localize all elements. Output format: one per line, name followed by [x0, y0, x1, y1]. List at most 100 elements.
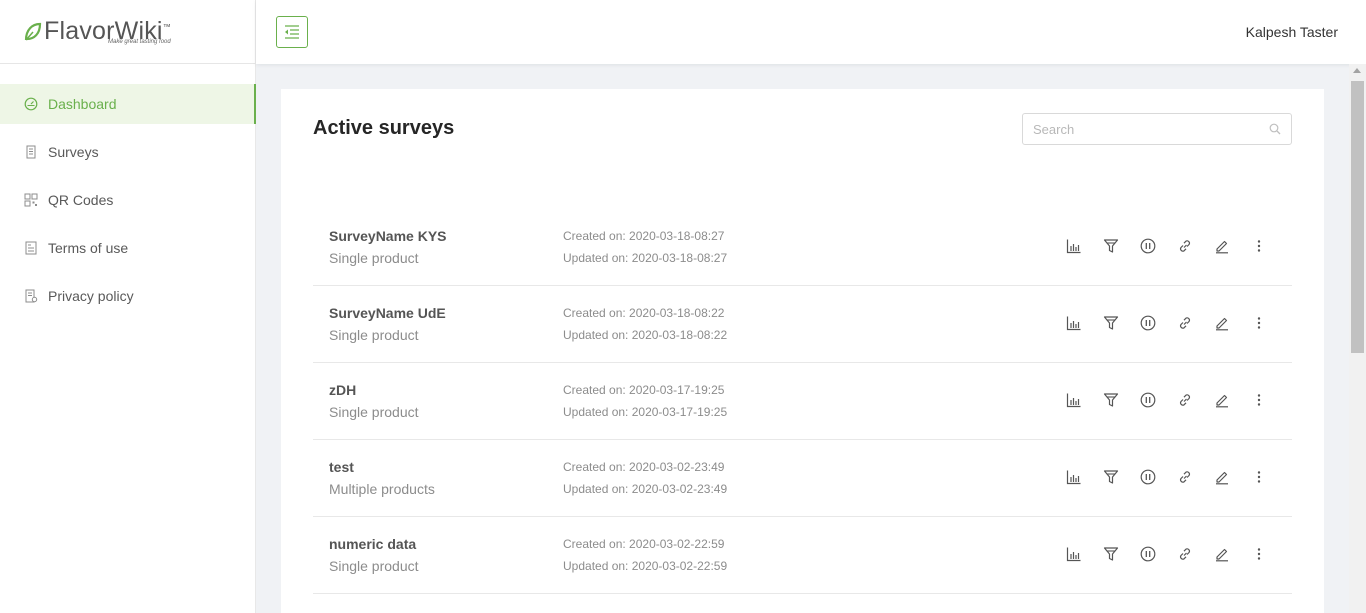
statistics-button[interactable]	[1063, 389, 1085, 411]
survey-created-date: Created on: 2020-03-02-22:59	[563, 537, 725, 551]
survey-type: Single product	[329, 250, 419, 266]
pause-button[interactable]	[1137, 235, 1159, 257]
menu-fold-icon	[285, 25, 299, 39]
bar-chart-icon	[1066, 547, 1081, 562]
survey-name[interactable]: test	[329, 459, 354, 475]
survey-actions	[1063, 312, 1285, 334]
survey-row[interactable]: SurveyName KYS Single product Created on…	[313, 209, 1292, 286]
survey-name[interactable]: SurveyName UdE	[329, 305, 446, 321]
link-icon	[1180, 394, 1190, 406]
survey-created-date: Created on: 2020-03-18-08:22	[563, 306, 725, 320]
user-menu[interactable]: Kalpesh Taster	[1246, 24, 1338, 40]
sidebar-item-label: Privacy policy	[48, 288, 134, 304]
search-box[interactable]	[1022, 113, 1292, 145]
sidebar-nav: Dashboard Surveys QR Codes Terms of use …	[0, 84, 256, 316]
survey-updated-date: Updated on: 2020-03-17-19:25	[563, 405, 728, 419]
sidebar-item-dashboard[interactable]: Dashboard	[0, 84, 256, 124]
trademark-mark: ™	[162, 22, 171, 32]
statistics-button[interactable]	[1063, 235, 1085, 257]
menu-toggle-button[interactable]	[276, 16, 308, 48]
funnel-icon	[1103, 316, 1119, 330]
edit-button[interactable]	[1211, 389, 1233, 411]
statistics-button[interactable]	[1063, 312, 1085, 334]
copy-link-button[interactable]	[1174, 389, 1196, 411]
scrollbar-thumb[interactable]	[1351, 81, 1364, 353]
edit-button[interactable]	[1211, 543, 1233, 565]
survey-name[interactable]: numeric data	[329, 536, 416, 552]
sidebar-item-label: Dashboard	[48, 96, 117, 112]
survey-row[interactable]: numeric data Single product Created on: …	[313, 517, 1292, 594]
sidebar-item-surveys[interactable]: Surveys	[0, 132, 255, 172]
more-options-button[interactable]	[1248, 312, 1270, 334]
pause-button[interactable]	[1137, 543, 1159, 565]
pause-button[interactable]	[1137, 312, 1159, 334]
bar-chart-icon	[1066, 470, 1081, 485]
edit-button[interactable]	[1211, 466, 1233, 488]
survey-actions	[1063, 235, 1285, 257]
page-title: Active surveys	[313, 117, 455, 139]
sidebar-item-terms-of-use[interactable]: Terms of use	[0, 228, 255, 268]
funnel-icon	[1103, 547, 1119, 561]
pause-button[interactable]	[1137, 466, 1159, 488]
more-options-button[interactable]	[1248, 543, 1270, 565]
edit-pencil-icon	[1216, 240, 1228, 254]
more-vertical-icon	[1257, 240, 1261, 252]
survey-created-date: Created on: 2020-03-02-23:49	[563, 460, 725, 474]
survey-type: Single product	[329, 558, 419, 574]
logo[interactable]: FlavorWiki™ Make great tasting food	[0, 0, 255, 64]
copy-link-button[interactable]	[1174, 543, 1196, 565]
survey-updated-date: Updated on: 2020-03-18-08:22	[563, 328, 728, 342]
sidebar-item-qr-codes[interactable]: QR Codes	[0, 180, 255, 220]
survey-icon	[24, 145, 38, 159]
statistics-button[interactable]	[1063, 543, 1085, 565]
search-input[interactable]	[1033, 121, 1269, 137]
survey-updated-date: Updated on: 2020-03-02-23:49	[563, 482, 728, 496]
pause-circle-icon	[1140, 546, 1156, 562]
edit-pencil-icon	[1216, 548, 1228, 562]
funnel-button[interactable]	[1100, 312, 1122, 334]
more-options-button[interactable]	[1248, 389, 1270, 411]
copy-link-button[interactable]	[1174, 235, 1196, 257]
edit-pencil-icon	[1216, 317, 1228, 331]
more-options-button[interactable]	[1248, 235, 1270, 257]
search-icon[interactable]	[1269, 123, 1281, 135]
page-scrollbar[interactable]	[1349, 64, 1366, 613]
edit-pencil-icon	[1216, 471, 1228, 485]
link-icon	[1180, 548, 1190, 560]
qr-code-icon	[24, 193, 38, 207]
scroll-up-arrow-icon[interactable]	[1353, 68, 1361, 73]
statistics-button[interactable]	[1063, 466, 1085, 488]
more-vertical-icon	[1257, 471, 1261, 483]
funnel-button[interactable]	[1100, 389, 1122, 411]
terms-icon	[24, 241, 38, 255]
funnel-button[interactable]	[1100, 466, 1122, 488]
pause-button[interactable]	[1137, 389, 1159, 411]
more-options-button[interactable]	[1248, 466, 1270, 488]
sidebar-item-label: Surveys	[48, 144, 99, 160]
funnel-button[interactable]	[1100, 235, 1122, 257]
survey-created-date: Created on: 2020-03-17-19:25	[563, 383, 725, 397]
copy-link-button[interactable]	[1174, 312, 1196, 334]
survey-actions	[1063, 543, 1285, 565]
funnel-button[interactable]	[1100, 543, 1122, 565]
more-vertical-icon	[1257, 394, 1261, 406]
survey-name[interactable]: zDH	[329, 382, 356, 398]
link-icon	[1180, 471, 1190, 483]
edit-pencil-icon	[1216, 394, 1228, 408]
survey-row[interactable]: test Multiple products Created on: 2020-…	[313, 440, 1292, 517]
survey-name[interactable]: SurveyName KYS	[329, 228, 447, 244]
sidebar-item-label: Terms of use	[48, 240, 129, 256]
sidebar-item-privacy-policy[interactable]: Privacy policy	[0, 276, 255, 316]
more-vertical-icon	[1257, 317, 1261, 329]
copy-link-button[interactable]	[1174, 466, 1196, 488]
brand-name-part: Flavor	[44, 17, 115, 45]
pause-circle-icon	[1140, 469, 1156, 485]
survey-row[interactable]: zDH Single product Created on: 2020-03-1…	[313, 363, 1292, 440]
edit-button[interactable]	[1211, 235, 1233, 257]
brand-tagline: Make great tasting food	[108, 39, 171, 45]
funnel-icon	[1103, 470, 1119, 484]
more-vertical-icon	[1257, 548, 1261, 560]
survey-row[interactable]: SurveyName UdE Single product Created on…	[313, 286, 1292, 363]
edit-button[interactable]	[1211, 312, 1233, 334]
survey-actions	[1063, 466, 1285, 488]
